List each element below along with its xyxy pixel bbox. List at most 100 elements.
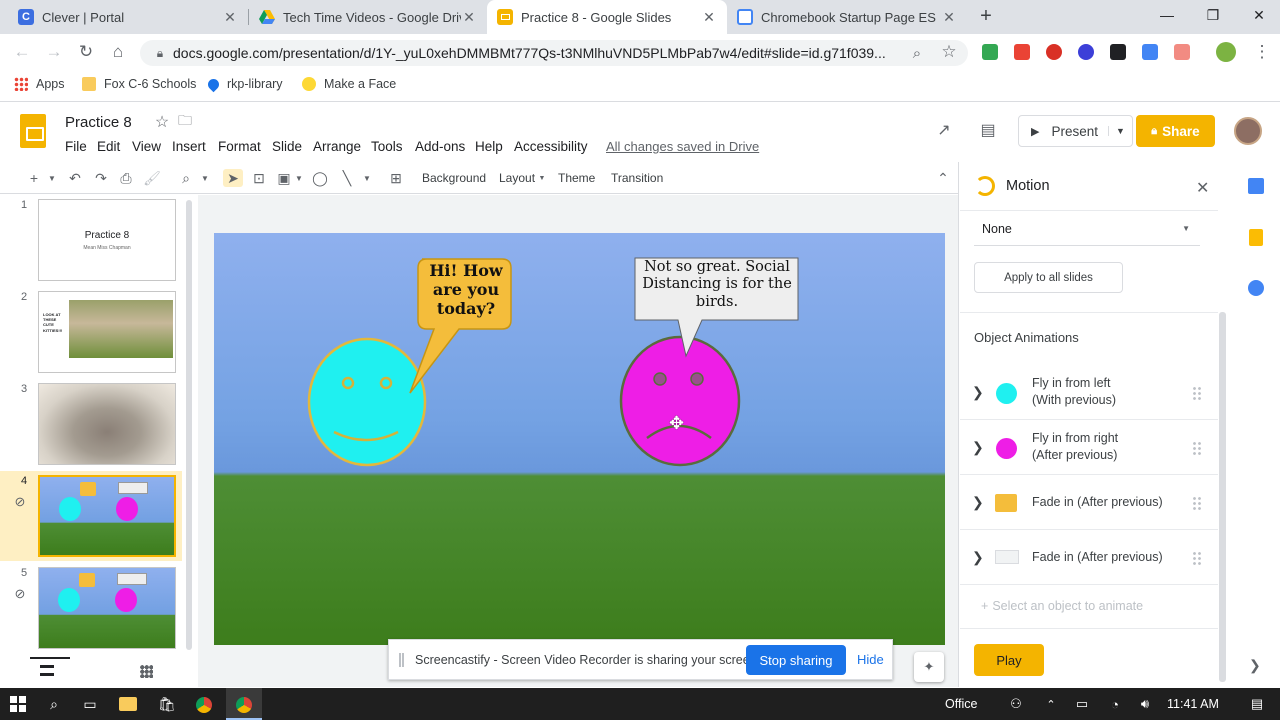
close-icon[interactable]: ✕ xyxy=(222,9,238,26)
home-icon[interactable]: ⌂ xyxy=(108,42,128,62)
share-button[interactable]: 🔒︎ Share xyxy=(1136,115,1215,147)
present-button[interactable]: ▶ Present ▼ xyxy=(1018,115,1133,147)
wifi-icon[interactable]: ◔ xyxy=(1106,695,1124,713)
left-bubble-text[interactable]: Hi! How are you today? xyxy=(424,261,508,319)
slides-logo-icon[interactable] xyxy=(20,114,46,148)
transition-button[interactable]: Transition xyxy=(611,171,663,185)
drag-handle-icon[interactable] xyxy=(399,653,404,667)
chevron-up-icon[interactable]: ⌃ xyxy=(1042,695,1060,713)
office-label[interactable]: Office xyxy=(945,697,977,711)
drag-handle-icon[interactable] xyxy=(1192,551,1202,565)
people-icon[interactable]: ⚇ xyxy=(1007,695,1025,713)
layout-button[interactable]: Layout xyxy=(499,171,535,185)
dropdown-arrow-icon[interactable]: ▼ xyxy=(289,169,309,187)
comments-icon[interactable]: ▤ xyxy=(978,120,998,140)
close-icon[interactable]: ✕ xyxy=(461,9,477,26)
reload-icon[interactable]: ↻ xyxy=(76,42,96,62)
chrome-icon[interactable] xyxy=(196,697,212,713)
expand-panel-icon[interactable]: ❯ xyxy=(1249,657,1261,674)
present-dropdown-icon[interactable]: ▼ xyxy=(1108,126,1132,136)
stop-sharing-button[interactable]: Stop sharing xyxy=(746,645,846,675)
bookmark-make-a-face[interactable]: Make a Face xyxy=(302,77,396,91)
menu-format[interactable]: Format xyxy=(218,139,261,154)
right-bubble-text[interactable]: Not so great. Social Distancing is for t… xyxy=(638,259,796,311)
menu-arrange[interactable]: Arrange xyxy=(313,139,361,154)
move-folder-icon[interactable]: 🗀︎ xyxy=(175,112,195,132)
windows-start-icon[interactable] xyxy=(9,695,27,713)
expand-chevron-icon[interactable]: ❯ xyxy=(972,494,984,511)
battery-icon[interactable]: ▭ xyxy=(1073,695,1091,713)
menu-insert[interactable]: Insert xyxy=(172,139,206,154)
filmstrip-scrollbar[interactable] xyxy=(186,200,192,650)
grid-view-icon[interactable] xyxy=(140,665,153,678)
chrome-menu-icon[interactable]: ⋮ xyxy=(1252,42,1272,62)
forward-icon[interactable]: → xyxy=(44,42,64,62)
extension-icon[interactable] xyxy=(1078,44,1094,60)
close-panel-icon[interactable]: ✕ xyxy=(1196,178,1209,198)
keep-icon[interactable] xyxy=(1249,229,1263,246)
activity-trend-icon[interactable]: ↗ xyxy=(934,120,954,140)
drag-handle-icon[interactable] xyxy=(1192,441,1202,455)
save-status[interactable]: All changes saved in Drive xyxy=(606,139,759,154)
bookmark-rkp[interactable]: rkp-library xyxy=(205,76,283,92)
translate-icon[interactable] xyxy=(1142,44,1158,60)
filmstrip-view-icon[interactable] xyxy=(40,665,54,676)
close-window-icon[interactable]: ✕ xyxy=(1236,0,1280,30)
drag-handle-icon[interactable] xyxy=(1192,386,1202,400)
tab-sites[interactable]: Chromebook Startup Page ES ✕ xyxy=(727,0,967,34)
tab-drive[interactable]: Tech Time Videos - Google Drive ✕ xyxy=(249,0,487,34)
apply-to-all-button[interactable]: Apply to all slides xyxy=(974,262,1123,293)
file-explorer-icon[interactable] xyxy=(119,697,137,711)
play-button[interactable]: Play xyxy=(974,644,1044,676)
tasks-icon[interactable] xyxy=(1248,280,1264,296)
print-icon[interactable]: ⎙ xyxy=(116,169,136,187)
url-text[interactable]: docs.google.com/presentation/d/1Y-_yuL0x… xyxy=(173,45,886,61)
star-icon[interactable]: ☆ xyxy=(939,42,959,62)
dropdown-arrow-icon[interactable]: ▼ xyxy=(42,169,62,187)
extension-icon[interactable] xyxy=(1014,44,1030,60)
add-comment-icon[interactable]: ⊞ xyxy=(386,169,406,187)
theme-button[interactable]: Theme xyxy=(558,171,595,185)
menu-accessibility[interactable]: Accessibility xyxy=(514,139,588,154)
close-icon[interactable]: ✕ xyxy=(701,9,717,26)
collapse-toolbar-icon[interactable]: ⌃ xyxy=(933,169,953,187)
slide-thumbnail-4[interactable] xyxy=(38,475,176,557)
menu-help[interactable]: Help xyxy=(475,139,503,154)
extension-icon[interactable] xyxy=(1046,44,1062,60)
extension-icon[interactable] xyxy=(1174,44,1190,60)
volume-icon[interactable]: 🔊︎ xyxy=(1136,695,1154,713)
search-icon[interactable]: ⌕ xyxy=(907,43,927,63)
extension-icon[interactable] xyxy=(982,44,998,60)
select-cursor-icon[interactable]: ➤ xyxy=(223,169,243,187)
tab-slides[interactable]: Practice 8 - Google Slides ✕ xyxy=(487,0,727,34)
menu-view[interactable]: View xyxy=(132,139,161,154)
tab-clever[interactable]: C Clever | Portal ✕ xyxy=(8,0,248,34)
dropdown-arrow-icon[interactable]: ▼ xyxy=(195,169,215,187)
chrome-icon[interactable] xyxy=(236,697,252,713)
menu-tools[interactable]: Tools xyxy=(371,139,403,154)
avatar[interactable] xyxy=(1234,117,1262,145)
clock[interactable]: 11:41 AM xyxy=(1167,697,1219,711)
hide-button[interactable]: Hide xyxy=(857,652,884,667)
menu-edit[interactable]: Edit xyxy=(97,139,120,154)
undo-icon[interactable]: ↶ xyxy=(65,169,85,187)
close-icon[interactable]: ✕ xyxy=(941,9,957,26)
expand-chevron-icon[interactable]: ❯ xyxy=(972,384,984,401)
zoom-icon[interactable]: ⌕ xyxy=(176,169,196,187)
dropdown-arrow-icon[interactable]: ▼ xyxy=(532,169,552,187)
lock-icon[interactable]: 🔒︎ xyxy=(150,43,170,63)
back-icon[interactable]: ← xyxy=(12,42,32,62)
shape-icon[interactable]: ◯ xyxy=(310,169,330,187)
search-icon[interactable]: ⌕ xyxy=(45,695,63,713)
bookmark-apps[interactable]: Apps xyxy=(14,77,65,91)
profile-icon[interactable] xyxy=(1216,42,1236,62)
slide-thumbnail-2[interactable]: LOOK AT THESE CUTE KITTIES!!! xyxy=(38,291,176,373)
dropdown-arrow-icon[interactable]: ▼ xyxy=(357,169,377,187)
calendar-icon[interactable] xyxy=(1248,178,1264,194)
restore-icon[interactable]: ❐ xyxy=(1190,0,1236,30)
panel-scrollbar[interactable] xyxy=(1219,312,1226,682)
menu-file[interactable]: File xyxy=(65,139,87,154)
bookmark-fox[interactable]: Fox C-6 Schools xyxy=(82,77,196,91)
new-tab-icon[interactable]: + xyxy=(976,5,996,27)
star-icon[interactable]: ☆ xyxy=(152,112,172,132)
